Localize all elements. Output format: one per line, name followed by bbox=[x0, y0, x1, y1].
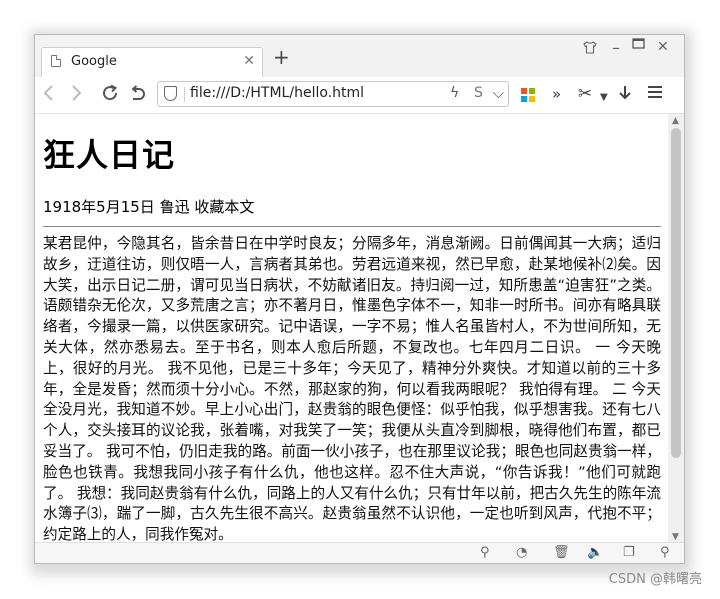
article-body: 某君昆仲，今隐其名，皆余昔日在中学时良友；分隔多年，消息渐阙。日前偶闻其一大病；… bbox=[43, 235, 661, 544]
shirt-skin-svg bbox=[583, 41, 597, 54]
window-copy-icon[interactable]: ❐ bbox=[623, 545, 635, 560]
undo-close-button[interactable] bbox=[129, 84, 147, 106]
scroll-thumb[interactable] bbox=[671, 128, 681, 458]
trash-icon[interactable]: 🗑 bbox=[553, 545, 570, 560]
more-extensions-icon[interactable]: » bbox=[552, 84, 561, 104]
scissors-dropdown-icon[interactable]: ▼ bbox=[600, 88, 608, 108]
title-bar: Google ✕ + – ✕ bbox=[35, 35, 684, 77]
address-separator bbox=[184, 87, 185, 102]
back-button[interactable] bbox=[41, 84, 57, 106]
url-text[interactable]: file:///D:/HTML/hello.html bbox=[190, 85, 364, 101]
apps-tile bbox=[529, 96, 535, 102]
watermark: CSDN @韩曙亮 bbox=[608, 572, 702, 587]
reload-button[interactable] bbox=[101, 84, 119, 106]
apps-grid-icon[interactable] bbox=[521, 88, 535, 102]
apps-tile bbox=[521, 88, 527, 94]
maximize-button[interactable] bbox=[632, 37, 645, 54]
chevron-down-icon[interactable]: ⌵ bbox=[493, 84, 504, 102]
toolbar: file:///D:/HTML/hello.html ϟ S ⌵ » ✂ ▼ bbox=[35, 77, 684, 114]
article: 狂人日记 1918年5月15日 鲁迅 收藏本文 某君昆仲，今隐其名，皆余昔日在中… bbox=[43, 114, 661, 544]
undo-icon bbox=[131, 85, 145, 100]
scissors-icon[interactable]: ✂ bbox=[578, 84, 592, 104]
hamburger-svg bbox=[648, 86, 662, 98]
back-arrow-icon bbox=[43, 85, 53, 101]
forward-button[interactable] bbox=[68, 84, 84, 106]
apps-tile bbox=[529, 88, 535, 94]
page-icon bbox=[51, 55, 61, 67]
lightning-icon[interactable]: ϟ bbox=[450, 85, 459, 101]
zoom-search-icon[interactable]: ⚲ bbox=[660, 545, 670, 560]
vertical-scrollbar[interactable]: ▲ ▼ bbox=[668, 114, 684, 544]
minimize-button[interactable]: – bbox=[612, 38, 620, 57]
forward-arrow-icon bbox=[72, 85, 82, 101]
page-viewport: 狂人日记 1918年5月15日 鲁迅 收藏本文 某君昆仲，今隐其名，皆余昔日在中… bbox=[35, 114, 669, 544]
new-tab-button[interactable]: + bbox=[273, 47, 290, 67]
address-bar[interactable]: file:///D:/HTML/hello.html ϟ S ⌵ bbox=[157, 81, 509, 107]
tab-active[interactable]: Google ✕ bbox=[41, 47, 263, 77]
tab-close-icon[interactable]: ✕ bbox=[243, 53, 255, 69]
close-window-button[interactable]: ✕ bbox=[657, 39, 669, 55]
menu-icon[interactable] bbox=[647, 84, 663, 105]
article-meta: 1918年5月15日 鲁迅 收藏本文 bbox=[43, 198, 255, 216]
status-bar: ⚲ ◔ 🗑 🔈 ❐ ⚲ bbox=[35, 542, 684, 563]
download-arrow-svg bbox=[619, 86, 631, 100]
browser-window: Google ✕ + – ✕ file:///D:/HTML/hello.htm… bbox=[34, 34, 685, 564]
scroll-up-icon[interactable]: ▲ bbox=[672, 116, 679, 126]
shirt-skin-icon[interactable] bbox=[583, 41, 597, 58]
apps-tile bbox=[521, 96, 527, 102]
article-title: 狂人日记 bbox=[43, 136, 176, 174]
speed-icon[interactable]: ◔ bbox=[516, 545, 527, 560]
maximize-icon bbox=[632, 38, 645, 49]
reload-icon bbox=[103, 84, 118, 101]
volume-icon[interactable]: 🔈 bbox=[587, 545, 603, 560]
download-icon[interactable] bbox=[618, 84, 632, 107]
search-engine-icon[interactable]: S bbox=[474, 85, 483, 101]
tab-title: Google bbox=[71, 54, 117, 69]
scroll-down-icon[interactable]: ▼ bbox=[672, 532, 679, 542]
pin-icon[interactable]: ⚲ bbox=[480, 545, 490, 560]
divider bbox=[43, 226, 661, 227]
shield-icon[interactable] bbox=[164, 86, 177, 101]
